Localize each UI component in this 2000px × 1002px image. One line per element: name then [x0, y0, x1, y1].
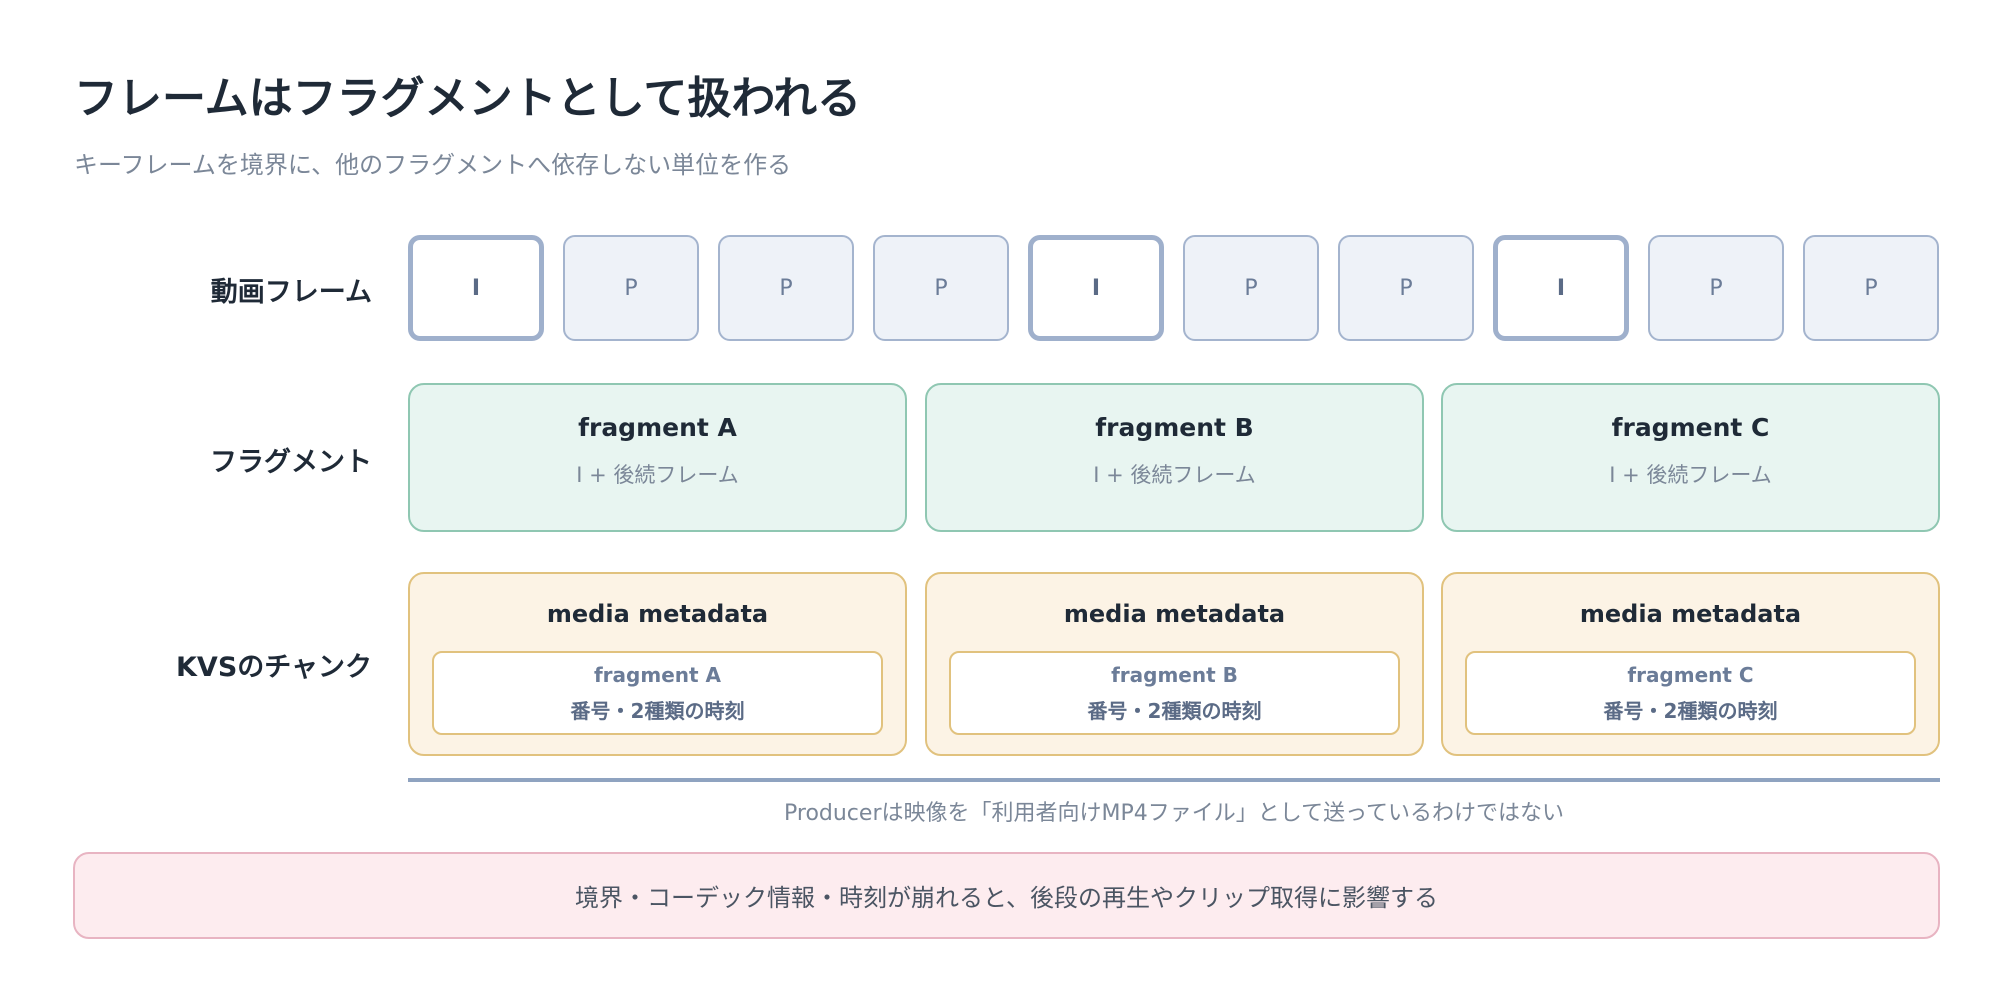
- page-title: フレームはフラグメントとして扱われる: [74, 73, 862, 124]
- chunk-title: media metadata: [546, 600, 769, 628]
- fragment-name: fragment A: [578, 413, 737, 442]
- frame-box: P: [718, 235, 854, 341]
- fragment-desc: I + 後続フレーム: [1093, 463, 1256, 487]
- row-label-fragments: フラグメント: [210, 447, 372, 478]
- fragment-box-c: fragment C I + 後続フレーム: [1441, 383, 1940, 532]
- frame-box: I: [1028, 235, 1164, 341]
- chunk-fragment-box: fragment C 番号・2種類の時刻: [1465, 651, 1916, 735]
- chunk-box-a: media metadata fragment A 番号・2種類の時刻: [408, 572, 907, 756]
- chunk-box-b: media metadata fragment B 番号・2種類の時刻: [925, 572, 1424, 756]
- chunk-fragment-box: fragment B 番号・2種類の時刻: [949, 651, 1400, 735]
- chunk-fragment-desc: 番号・2種類の時刻: [570, 699, 745, 723]
- divider-line: [408, 778, 1940, 782]
- frame-box: P: [1338, 235, 1474, 341]
- frame-box: I: [1493, 235, 1629, 341]
- frame-box: P: [563, 235, 699, 341]
- fragment-box-a: fragment A I + 後続フレーム: [408, 383, 907, 532]
- frame-box: P: [1803, 235, 1939, 341]
- chunk-fragment-name: fragment C: [1627, 663, 1754, 687]
- page-subtitle: キーフレームを境界に、他のフラグメントへ依存しない単位を作る: [74, 151, 792, 179]
- chunk-title: media metadata: [1579, 600, 1802, 628]
- row-label-chunks: KVSのチャンク: [176, 652, 372, 683]
- fragment-name: fragment B: [1095, 413, 1254, 442]
- chunk-title: media metadata: [1063, 600, 1286, 628]
- chunk-fragment-box: fragment A 番号・2種類の時刻: [432, 651, 883, 735]
- frame-box: P: [1648, 235, 1784, 341]
- fragment-desc: I + 後続フレーム: [576, 463, 739, 487]
- chunk-fragment-desc: 番号・2種類の時刻: [1603, 699, 1778, 723]
- chunk-fragment-desc: 番号・2種類の時刻: [1087, 699, 1262, 723]
- frame-box: P: [1183, 235, 1319, 341]
- chunk-box-c: media metadata fragment C 番号・2種類の時刻: [1441, 572, 1940, 756]
- frame-box: P: [873, 235, 1009, 341]
- fragment-box-b: fragment B I + 後続フレーム: [925, 383, 1424, 532]
- chunk-fragment-name: fragment B: [1111, 663, 1238, 687]
- row-label-frames: 動画フレーム: [210, 277, 372, 308]
- chunk-fragment-name: fragment A: [593, 663, 722, 687]
- fragment-name: fragment C: [1611, 413, 1770, 442]
- fragment-desc: I + 後続フレーム: [1609, 463, 1772, 487]
- warning-text: 境界・コーデック情報・時刻が崩れると、後段の再生やクリップ取得に影響する: [574, 884, 1439, 912]
- frame-box: I: [408, 235, 544, 341]
- warning-box: 境界・コーデック情報・時刻が崩れると、後段の再生やクリップ取得に影響する: [73, 852, 1940, 939]
- producer-note: Producerは映像を「利用者向けMP4ファイル」として送っているわけではない: [784, 801, 1564, 826]
